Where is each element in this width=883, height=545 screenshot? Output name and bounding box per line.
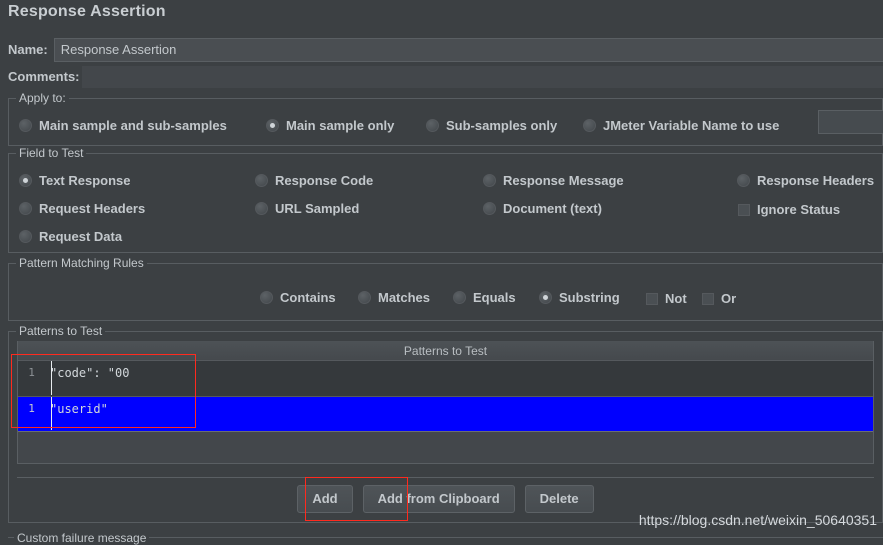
add-button[interactable]: Add: [297, 485, 353, 513]
name-label: Name:: [8, 42, 48, 57]
radio-sub-samples-only[interactable]: Sub-samples only: [426, 118, 557, 133]
radio-main-sample-and-sub-samples[interactable]: Main sample and sub-samples: [19, 118, 227, 133]
radio-text-response[interactable]: Text Response: [19, 173, 131, 188]
comments-row: Comments:: [8, 66, 883, 88]
pattern-matching-rules-group-title: Pattern Matching Rules: [16, 256, 147, 270]
radio-request-data[interactable]: Request Data: [19, 229, 122, 244]
radio-substring[interactable]: Substring: [539, 290, 620, 305]
radio-label: Equals: [473, 290, 516, 305]
line-number: 1: [28, 366, 35, 379]
radio-response-code[interactable]: Response Code: [255, 173, 373, 188]
radio-icon[interactable]: [19, 202, 32, 215]
pattern-matching-rules-group: Pattern Matching Rules: [8, 256, 883, 321]
page-title: Response Assertion: [8, 3, 166, 20]
table-row[interactable]: 1 "userid": [18, 397, 873, 432]
radio-icon[interactable]: [453, 291, 466, 304]
table-row[interactable]: 1 "code": "00: [18, 361, 873, 397]
radio-label: JMeter Variable Name to use: [603, 118, 780, 133]
radio-icon[interactable]: [19, 174, 32, 187]
radio-icon[interactable]: [19, 230, 32, 243]
field-to-test-group-title: Field to Test: [16, 146, 87, 160]
patterns-button-row: Add Add from Clipboard Delete: [17, 483, 874, 515]
add-from-clipboard-button[interactable]: Add from Clipboard: [362, 485, 515, 513]
radio-label: Main sample only: [286, 118, 395, 133]
patterns-to-test-group-title: Patterns to Test: [16, 324, 106, 338]
radio-icon[interactable]: [266, 119, 279, 132]
radio-label: Document (text): [503, 201, 602, 216]
comments-input[interactable]: [81, 66, 883, 88]
checkbox-or[interactable]: Or: [702, 291, 736, 306]
checkbox-ignore-status[interactable]: Ignore Status: [738, 202, 840, 217]
radio-label: Contains: [280, 290, 336, 305]
jmeter-variable-name-input[interactable]: [818, 110, 883, 134]
pattern-cell-value[interactable]: "userid": [45, 397, 873, 419]
comments-label: Comments:: [8, 69, 80, 84]
text-caret: [51, 361, 52, 395]
delete-button[interactable]: Delete: [524, 485, 594, 513]
checkbox-icon[interactable]: [702, 292, 714, 305]
checkbox-icon[interactable]: [738, 203, 750, 216]
radio-icon[interactable]: [483, 202, 496, 215]
radio-jmeter-variable-name[interactable]: JMeter Variable Name to use: [583, 118, 779, 133]
name-row: Name:: [8, 38, 883, 62]
button-row-divider: [17, 477, 874, 478]
radio-label: Response Code: [275, 173, 374, 188]
apply-to-group-title: Apply to:: [16, 91, 69, 105]
radio-label: Substring: [559, 290, 620, 305]
radio-contains[interactable]: Contains: [260, 290, 336, 305]
name-input[interactable]: [53, 38, 883, 62]
custom-failure-message-title: Custom failure message: [14, 531, 150, 545]
pattern-cell-value[interactable]: "code": "00: [45, 361, 873, 383]
checkbox-not[interactable]: Not: [646, 291, 687, 306]
radio-label: Sub-samples only: [446, 118, 558, 133]
patterns-table-body: 1 "code": "00 1 "userid": [18, 361, 873, 463]
radio-label: Request Headers: [39, 201, 146, 216]
radio-icon[interactable]: [539, 291, 552, 304]
radio-icon[interactable]: [737, 174, 750, 187]
line-number: 1: [28, 402, 35, 415]
radio-icon[interactable]: [255, 174, 268, 187]
response-assertion-panel: Response Assertion Name: Comments: Apply…: [0, 0, 883, 545]
radio-icon[interactable]: [426, 119, 439, 132]
radio-label: URL Sampled: [275, 201, 360, 216]
patterns-table-column-header: Patterns to Test: [18, 341, 873, 361]
radio-request-headers[interactable]: Request Headers: [19, 201, 145, 216]
radio-url-sampled[interactable]: URL Sampled: [255, 201, 359, 216]
radio-icon[interactable]: [583, 119, 596, 132]
text-caret: [51, 397, 52, 430]
radio-response-message[interactable]: Response Message: [483, 173, 624, 188]
radio-icon[interactable]: [19, 119, 32, 132]
radio-equals[interactable]: Equals: [453, 290, 516, 305]
radio-main-sample-only[interactable]: Main sample only: [266, 118, 394, 133]
patterns-table[interactable]: Patterns to Test 1 "code": "00 1 "userid…: [17, 341, 874, 464]
radio-label: Main sample and sub-samples: [39, 118, 227, 133]
radio-document-text[interactable]: Document (text): [483, 201, 602, 216]
radio-label: Request Data: [39, 229, 123, 244]
radio-label: Response Headers: [757, 173, 875, 188]
checkbox-icon[interactable]: [646, 292, 658, 305]
radio-label: Response Message: [503, 173, 624, 188]
checkbox-label: Not: [665, 291, 687, 306]
checkbox-label: Ignore Status: [757, 202, 841, 217]
radio-label: Matches: [378, 290, 431, 305]
radio-label: Text Response: [39, 173, 131, 188]
radio-icon[interactable]: [260, 291, 273, 304]
radio-icon[interactable]: [483, 174, 496, 187]
radio-response-headers[interactable]: Response Headers: [737, 173, 874, 188]
radio-matches[interactable]: Matches: [358, 290, 430, 305]
radio-icon[interactable]: [255, 202, 268, 215]
table-empty-area[interactable]: [18, 432, 873, 463]
radio-icon[interactable]: [358, 291, 371, 304]
checkbox-label: Or: [721, 291, 737, 306]
watermark-text: https://blog.csdn.net/weixin_50640351: [638, 512, 877, 528]
